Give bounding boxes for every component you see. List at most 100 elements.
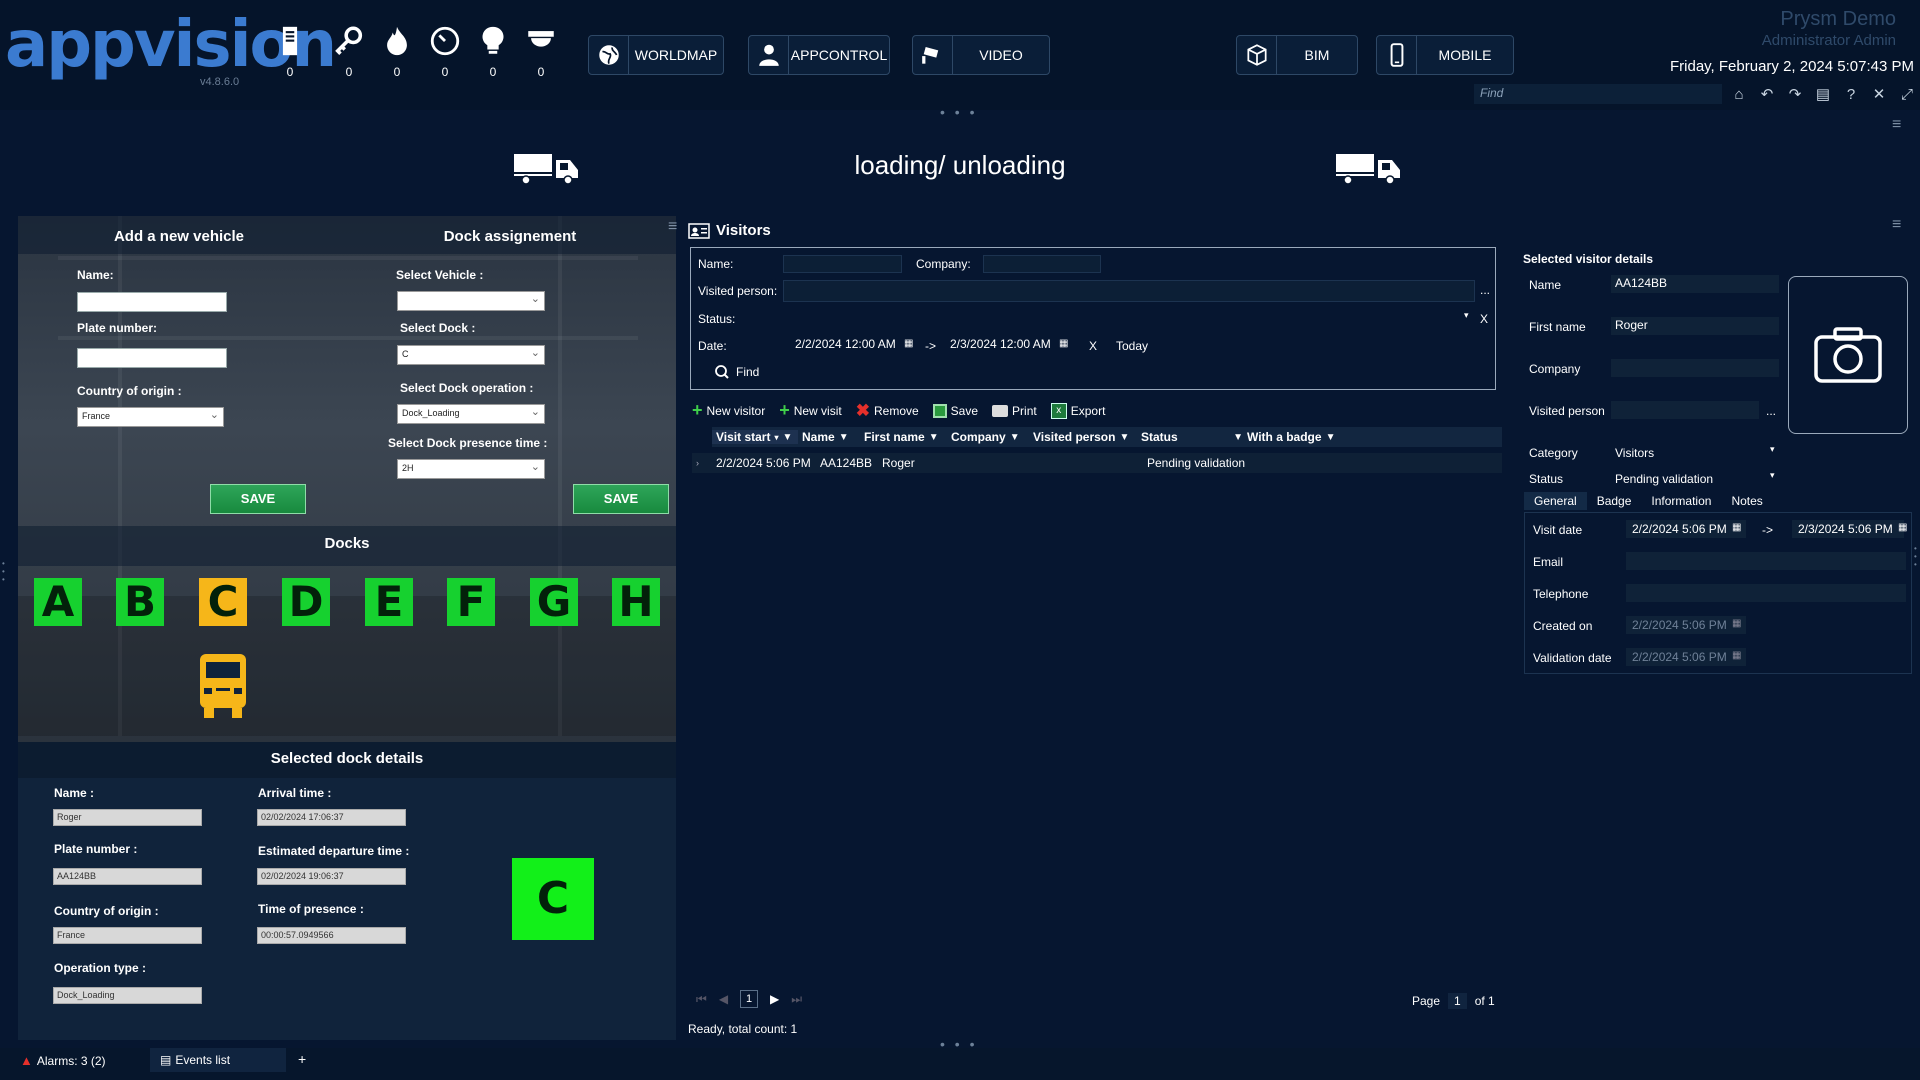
tab-general[interactable]: General bbox=[1524, 492, 1587, 510]
visit-date-from[interactable]: 2/2/2024 5:06 PM bbox=[1626, 520, 1746, 538]
visit-date-to[interactable]: 2/3/2024 5:06 PM bbox=[1792, 520, 1904, 538]
add-tab-button[interactable]: + bbox=[298, 1051, 306, 1067]
home-icon[interactable]: ⌂ bbox=[1728, 84, 1750, 104]
select-operation-dropdown[interactable]: Dock_Loading bbox=[397, 404, 545, 424]
new-visitor-button[interactable]: + New visitor bbox=[692, 400, 765, 421]
column-visit-start[interactable]: Visit start ▾ ▼ bbox=[712, 430, 798, 444]
column-with-badge[interactable]: With a badge ▼ bbox=[1243, 430, 1343, 444]
export-button[interactable]: x Export bbox=[1050, 402, 1105, 419]
print-button[interactable]: Print bbox=[992, 404, 1037, 418]
save-dock-assignment-button[interactable]: SAVE bbox=[573, 484, 669, 514]
expand-row-icon[interactable]: › bbox=[692, 458, 712, 468]
select-vehicle-dropdown[interactable] bbox=[397, 291, 545, 311]
category-dropdown-icon[interactable]: ▾ bbox=[1770, 444, 1775, 455]
visitor-photo[interactable] bbox=[1788, 276, 1908, 434]
new-visit-button[interactable]: + New visit bbox=[779, 400, 842, 421]
alarms-tab[interactable]: ▲ Alarms: 3 (2) bbox=[20, 1053, 106, 1068]
prev-page-icon[interactable]: ◀ bbox=[719, 992, 728, 1006]
current-page-box[interactable]: 1 bbox=[740, 990, 759, 1008]
column-company[interactable]: Company ▼ bbox=[947, 430, 1029, 444]
tools-icon[interactable]: ✕ bbox=[1868, 84, 1890, 104]
remove-button[interactable]: ✖ Remove bbox=[856, 401, 919, 421]
splitter-handle-left[interactable]: • • • bbox=[2, 560, 6, 590]
counter-server[interactable]: 0 bbox=[270, 24, 310, 79]
detail-status-select[interactable]: Pending validation bbox=[1615, 472, 1713, 486]
select-dock-dropdown[interactable]: C bbox=[397, 345, 545, 365]
filter-icon[interactable]: ▼ bbox=[1326, 432, 1336, 443]
first-page-icon[interactable]: ⏮ bbox=[696, 992, 707, 1007]
dock-b[interactable]: B bbox=[116, 578, 164, 626]
tab-information[interactable]: Information bbox=[1641, 492, 1721, 510]
column-visited-person[interactable]: Visited person ▼ bbox=[1029, 430, 1137, 444]
bim-button[interactable]: BIM bbox=[1236, 35, 1358, 75]
save-vehicle-button[interactable]: SAVE bbox=[210, 484, 306, 514]
dock-d[interactable]: D bbox=[282, 578, 330, 626]
dock-f[interactable]: F bbox=[447, 578, 495, 626]
redo-icon[interactable]: ↷ bbox=[1784, 84, 1806, 104]
save-button[interactable]: Save bbox=[932, 403, 978, 418]
calendar-icon[interactable]: ▦ bbox=[1059, 338, 1068, 349]
last-page-icon[interactable]: ⏭ bbox=[791, 992, 802, 1007]
counter-key[interactable]: 0 bbox=[329, 24, 369, 79]
dock-e[interactable]: E bbox=[365, 578, 413, 626]
filter-icon[interactable]: ▼ bbox=[1233, 432, 1243, 443]
vehicle-name-input[interactable] bbox=[77, 292, 227, 312]
dock-c[interactable]: C bbox=[199, 578, 247, 626]
filter-date-from[interactable]: 2/2/2024 12:00 AM bbox=[789, 336, 915, 354]
counter-fire[interactable]: 0 bbox=[377, 24, 417, 79]
dock-g[interactable]: G bbox=[530, 578, 578, 626]
filter-company-input[interactable] bbox=[983, 255, 1101, 273]
splitter-handle-top[interactable]: • • • bbox=[940, 104, 977, 120]
detail-first-name[interactable]: Roger bbox=[1611, 317, 1779, 335]
filter-icon[interactable]: ▼ bbox=[839, 432, 849, 443]
fullscreen-icon[interactable]: ⤢ bbox=[1896, 84, 1918, 104]
global-find-input[interactable]: Find bbox=[1474, 84, 1722, 104]
dock-a[interactable]: A bbox=[34, 578, 82, 626]
counter-camera[interactable]: 0 bbox=[521, 24, 561, 79]
detail-visitor-name[interactable]: AA124BB bbox=[1611, 275, 1779, 293]
counter-gauge[interactable]: 0 bbox=[425, 24, 465, 79]
video-button[interactable]: VIDEO bbox=[912, 35, 1050, 75]
events-list-tab[interactable]: ▤ Events list bbox=[150, 1048, 286, 1072]
column-name[interactable]: Name ▼ bbox=[798, 430, 860, 444]
column-first-name[interactable]: First name ▼ bbox=[860, 430, 947, 444]
help-icon[interactable]: ? bbox=[1840, 84, 1862, 104]
telephone-field[interactable] bbox=[1626, 584, 1906, 602]
detail-visited-more[interactable]: ... bbox=[1766, 404, 1776, 418]
filter-status-clear[interactable]: X bbox=[1480, 312, 1488, 326]
add-dashboard-icon[interactable]: ▤ bbox=[1812, 84, 1834, 104]
calendar-icon[interactable]: ▦ bbox=[1898, 522, 1907, 533]
country-select[interactable]: France bbox=[77, 407, 224, 427]
mobile-button[interactable]: MOBILE bbox=[1376, 35, 1514, 75]
visitors-menu-icon[interactable]: ≡ bbox=[1892, 216, 1901, 234]
tab-notes[interactable]: Notes bbox=[1721, 492, 1772, 510]
date-clear-button[interactable]: X bbox=[1089, 339, 1097, 353]
filter-icon[interactable]: ▼ bbox=[1010, 432, 1020, 443]
next-page-icon[interactable]: ▶ bbox=[770, 992, 779, 1006]
counter-light[interactable]: 0 bbox=[473, 24, 513, 79]
filter-status-dropdown-icon[interactable]: ▾ bbox=[1464, 310, 1469, 321]
filter-visited-input[interactable] bbox=[783, 280, 1475, 302]
splitter-handle-right[interactable]: • • • bbox=[1914, 545, 1918, 575]
today-button[interactable]: Today bbox=[1116, 339, 1148, 353]
dock-h[interactable]: H bbox=[612, 578, 660, 626]
detail-visited-person[interactable] bbox=[1611, 401, 1759, 419]
filter-icon[interactable]: ▼ bbox=[929, 432, 939, 443]
menu-icon[interactable]: ≡ bbox=[1892, 116, 1901, 134]
status-dropdown-icon[interactable]: ▾ bbox=[1770, 470, 1775, 481]
email-field[interactable] bbox=[1626, 552, 1906, 570]
filter-icon[interactable]: ▼ bbox=[1119, 432, 1129, 443]
filter-visited-more-button[interactable]: ... bbox=[1480, 283, 1490, 297]
find-button[interactable]: Find bbox=[714, 364, 759, 380]
panel-menu-icon[interactable]: ≡ bbox=[668, 218, 677, 236]
detail-category-select[interactable]: Visitors bbox=[1615, 446, 1654, 460]
page-input[interactable]: 1 bbox=[1448, 993, 1467, 1009]
table-row[interactable]: › 2/2/2024 5:06 PM AA124BB Roger Pending… bbox=[692, 453, 1502, 473]
filter-date-to[interactable]: 2/3/2024 12:00 AM bbox=[944, 336, 1070, 354]
calendar-icon[interactable]: ▦ bbox=[904, 338, 913, 349]
undo-icon[interactable]: ↶ bbox=[1756, 84, 1778, 104]
tab-badge[interactable]: Badge bbox=[1587, 492, 1642, 510]
column-status[interactable]: Status ▼ bbox=[1137, 430, 1243, 444]
plate-number-input[interactable] bbox=[77, 348, 227, 368]
detail-company[interactable] bbox=[1611, 359, 1779, 377]
